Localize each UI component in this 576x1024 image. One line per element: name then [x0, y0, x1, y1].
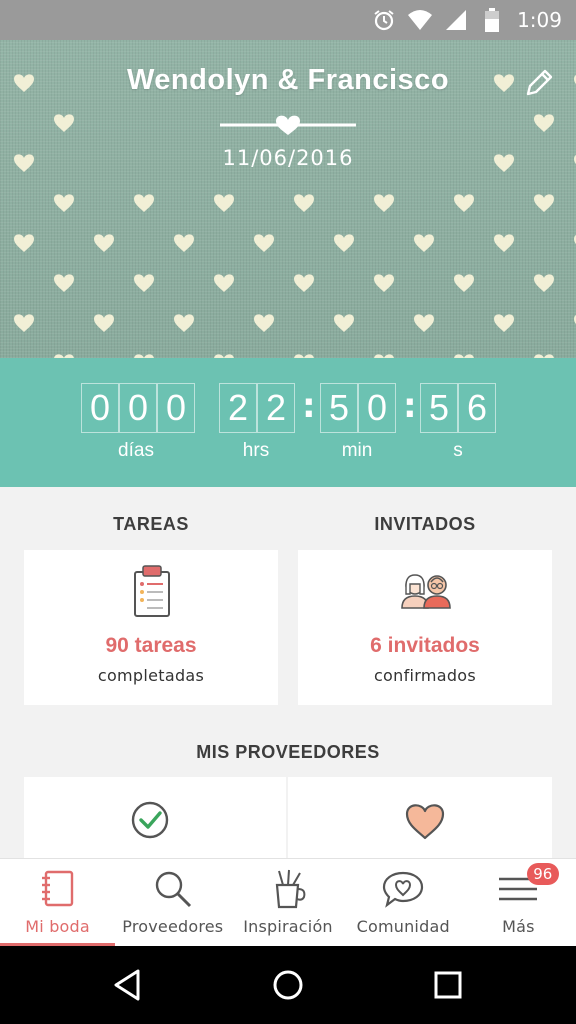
pattern-heart-icon: [174, 234, 194, 252]
pattern-heart-icon: [454, 194, 474, 212]
pattern-heart-icon: [254, 234, 274, 252]
heart-icon: [405, 804, 445, 840]
minutes-digit: 0: [358, 383, 396, 433]
heart-chat-icon: [383, 871, 424, 908]
seconds-digit: 5: [420, 383, 458, 433]
countdown: 0 0 0 2 2 : 5 0 : 5 6 días hrs min s: [0, 358, 576, 487]
hours-label: hrs: [242, 440, 270, 461]
pattern-heart-icon: [334, 234, 354, 252]
home-icon[interactable]: [268, 965, 308, 1005]
status-time: 1:09: [517, 8, 562, 32]
status-bar: 1:09: [0, 0, 576, 40]
minutes-label: min: [341, 440, 373, 461]
pencil-icon: [526, 69, 553, 96]
pattern-heart-icon: [534, 114, 554, 132]
hours-digit: 2: [219, 383, 257, 433]
pattern-heart-icon: [374, 274, 394, 292]
nav-item-proveedores[interactable]: Proveedores: [115, 859, 230, 947]
tasks-card[interactable]: 90 tareas completadas: [24, 550, 278, 705]
pattern-heart-icon: [54, 194, 74, 212]
nav-label: Comunidad: [356, 917, 450, 936]
pattern-heart-icon: [134, 194, 154, 212]
pattern-heart-icon: [414, 234, 434, 252]
pattern-heart-icon: [494, 234, 514, 252]
nav-label: Mi boda: [25, 917, 90, 936]
bottom-nav: Mi boda Proveedores Inspiración Comunida…: [0, 858, 576, 947]
days-label: días: [118, 440, 154, 461]
pattern-heart-icon: [174, 314, 194, 332]
signal-icon: [443, 7, 469, 33]
pattern-heart-icon: [54, 274, 74, 292]
pattern-heart-icon: [14, 314, 34, 332]
pencil-cup-icon: [275, 869, 306, 909]
back-icon[interactable]: [108, 965, 148, 1005]
hours-digit: 2: [257, 383, 295, 433]
nav-item-mi-boda[interactable]: Mi boda: [0, 859, 116, 947]
days-digit: 0: [157, 383, 195, 433]
guests-title: INVITADOS: [374, 514, 476, 534]
pattern-heart-icon: [254, 314, 274, 332]
separator: :: [403, 386, 417, 426]
guests-value: 6 invitados: [370, 634, 480, 657]
pattern-heart-icon: [14, 234, 34, 252]
battery-icon: [479, 7, 505, 33]
pattern-heart-icon: [334, 314, 354, 332]
seconds-label: s: [453, 440, 463, 461]
divider-heart-icon: [220, 115, 356, 135]
couple-avatars-icon: [401, 574, 451, 609]
edit-button[interactable]: [522, 66, 556, 100]
system-nav-bar: [0, 946, 576, 1024]
seconds-digit: 6: [458, 383, 496, 433]
app-screen: 1:09 Wendolyn & Francisco 11/06/2016 0 0…: [0, 0, 576, 1024]
pattern-heart-icon: [494, 314, 514, 332]
notification-badge: 96: [526, 863, 559, 885]
guests-card[interactable]: 6 invitados confirmados: [298, 550, 552, 705]
search-icon: [155, 871, 191, 908]
wedding-header: Wendolyn & Francisco 11/06/2016: [0, 40, 576, 358]
pattern-heart-icon: [534, 194, 554, 212]
clipboard-icon: [134, 565, 170, 617]
days-digit: 0: [119, 383, 157, 433]
couple-names: Wendolyn & Francisco: [126, 64, 450, 96]
pattern-heart-icon: [94, 234, 114, 252]
pattern-heart-icon: [214, 194, 234, 212]
pattern-heart-icon: [534, 274, 554, 292]
pattern-heart-icon: [214, 274, 234, 292]
tasks-subtitle: completadas: [97, 666, 205, 685]
pattern-heart-icon: [294, 274, 314, 292]
provider-card-booked[interactable]: [24, 777, 286, 867]
pattern-heart-icon: [94, 314, 114, 332]
checkmark-circle-icon: [131, 801, 169, 839]
nav-label: Proveedores: [122, 917, 224, 936]
pattern-heart-icon: [374, 194, 394, 212]
nav-label: Más: [502, 917, 535, 936]
nav-item-mas[interactable]: 96 Más: [461, 859, 576, 947]
separator: :: [302, 386, 316, 426]
nav-label: Inspiración: [243, 917, 333, 936]
days-digit: 0: [81, 383, 119, 433]
recents-icon[interactable]: [428, 965, 468, 1005]
tasks-title: TAREAS: [113, 514, 189, 534]
providers-title: MIS PROVEEDORES: [196, 742, 380, 762]
pattern-heart-icon: [414, 314, 434, 332]
provider-card-favorites[interactable]: [288, 777, 552, 867]
tasks-value: 90 tareas: [105, 634, 197, 657]
guests-subtitle: confirmados: [373, 666, 477, 685]
nav-item-inspiracion[interactable]: Inspiración: [230, 859, 345, 947]
alarm-icon: [371, 7, 397, 33]
pattern-heart-icon: [294, 194, 314, 212]
nav-item-comunidad[interactable]: Comunidad: [346, 859, 461, 947]
wedding-date: 11/06/2016: [222, 146, 354, 170]
pattern-heart-icon: [134, 274, 154, 292]
pattern-heart-icon: [454, 274, 474, 292]
notebook-icon: [41, 870, 73, 907]
minutes-digit: 5: [320, 383, 358, 433]
pattern-heart-icon: [54, 114, 74, 132]
wifi-icon: [407, 7, 433, 33]
